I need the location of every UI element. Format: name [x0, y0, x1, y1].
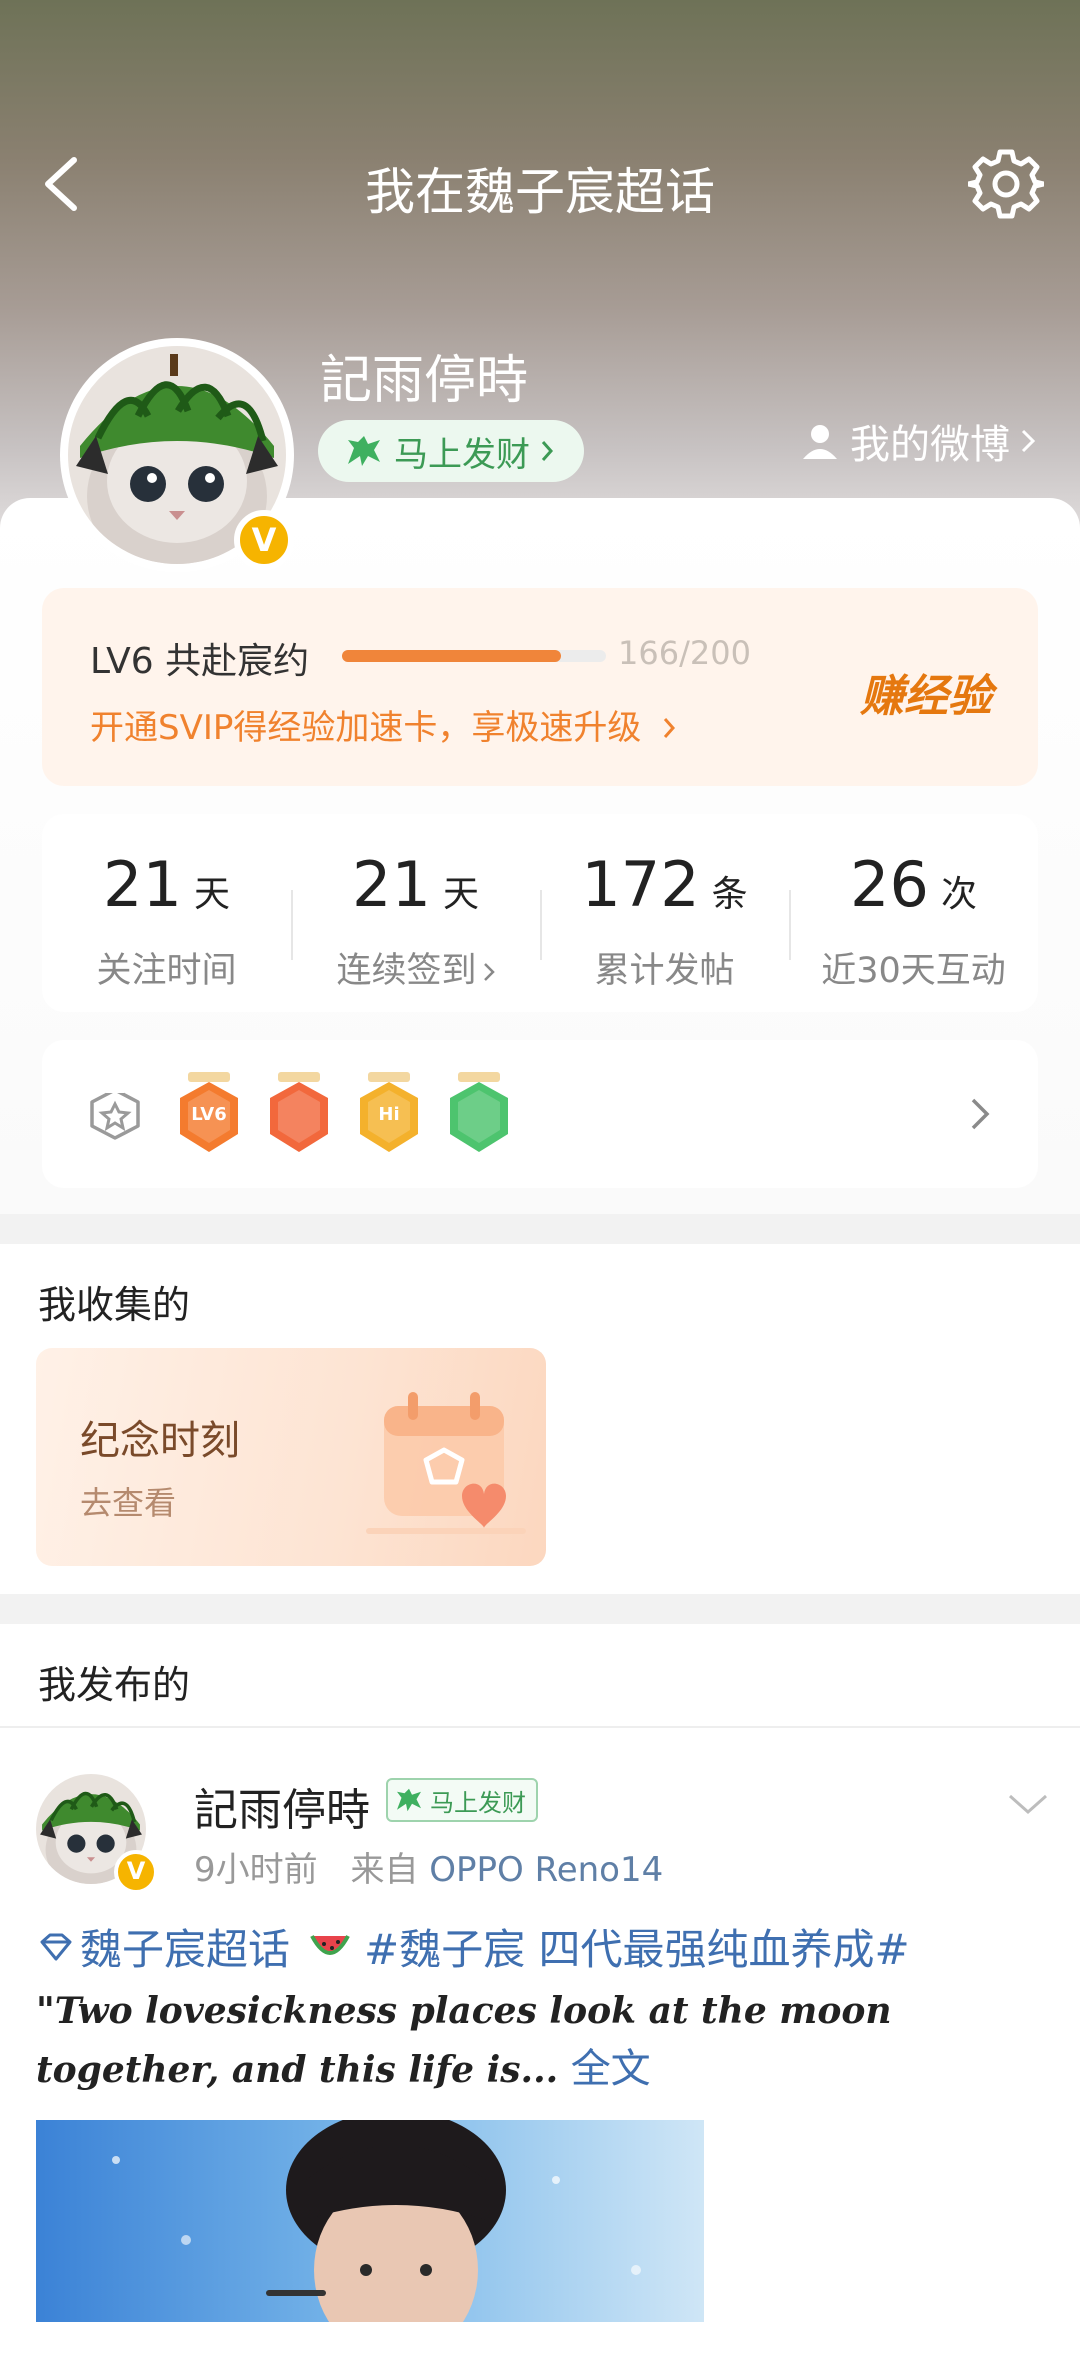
- level-box[interactable]: LV6 共赴宸约 166/200 开通SVIP得经验加速卡，享极速升级 赚经验: [42, 588, 1038, 786]
- fortune-badge-button[interactable]: 马上发财: [318, 420, 584, 482]
- stat-unit: 天: [193, 874, 230, 915]
- horse-icon: [397, 1788, 421, 1812]
- post-badge-label: 马上发财: [430, 1788, 526, 1817]
- read-more-link[interactable]: 全文: [571, 2046, 651, 2092]
- posts-section-title: 我发布的: [38, 1663, 191, 1707]
- medal-text: LV6: [191, 1104, 227, 1125]
- my-weibo-label: 我的微博: [850, 422, 1010, 468]
- stat-total-posts: 172 条 累计发帖: [540, 814, 789, 1012]
- profile-username: 記雨停時: [320, 351, 529, 411]
- post-image[interactable]: [36, 2120, 704, 2322]
- post-body: "Two lovesickness places look at the moo…: [36, 1982, 1046, 2099]
- stat-interactions-30d: 26 次 近30天互动: [789, 814, 1038, 1012]
- stats-row: 21 天 关注时间 21 天 连续签到 172 条 累计发帖 26 次 近30天互动: [42, 814, 1038, 1012]
- medals-row[interactable]: LV6 Hi: [42, 1040, 1038, 1188]
- memorial-moments-card[interactable]: 纪念时刻 去查看: [36, 1348, 546, 1566]
- lv6-medal-icon[interactable]: LV6: [174, 1072, 244, 1162]
- chevron-right-icon: [1021, 429, 1036, 453]
- section-divider: [0, 1726, 1080, 1728]
- chevron-right-icon[interactable]: [968, 1096, 992, 1132]
- collected-section: 我收集的 纪念时刻 去查看: [0, 1244, 1080, 1594]
- memorial-card-subtitle: 去查看: [80, 1484, 177, 1522]
- avatar[interactable]: V: [60, 338, 294, 572]
- user-icon: [803, 425, 837, 459]
- verified-badge-icon: V: [114, 1850, 158, 1894]
- supertopic-link[interactable]: 魏子宸超话: [36, 1916, 290, 1977]
- memorial-card-title: 纪念时刻: [80, 1418, 240, 1464]
- post-time: 9小时前: [194, 1850, 318, 1890]
- verified-badge-icon: V: [234, 510, 294, 570]
- collected-section-title: 我收集的: [38, 1283, 191, 1327]
- post-fortune-badge[interactable]: 马上发财: [386, 1778, 538, 1822]
- page-title: 我在魏子宸超话: [365, 163, 715, 221]
- fan-info-card: LV6 共赴宸约 166/200 开通SVIP得经验加速卡，享极速升级 赚经验 …: [0, 498, 1080, 1214]
- svip-tip-link[interactable]: 开通SVIP得经验加速卡，享极速升级: [90, 700, 676, 749]
- stat-unit: 次: [940, 874, 977, 915]
- calendar-heart-icon: [366, 1392, 526, 1534]
- top-bar: 我在魏子宸超话: [0, 130, 1080, 240]
- fortune-label: 马上发财: [394, 434, 530, 475]
- earn-exp-button[interactable]: 赚经验: [860, 660, 992, 724]
- chevron-right-icon: [541, 441, 554, 461]
- hashtag-link[interactable]: #魏子宸 四代最强纯血养成#: [364, 1916, 910, 1977]
- stat-value: 172: [581, 848, 700, 921]
- svip-tip-text: 开通SVIP得经验加速卡，享极速升级: [90, 708, 642, 748]
- supertopic-name: 魏子宸超话: [80, 1925, 291, 1974]
- stat-follow-days: 21 天 关注时间: [42, 814, 291, 1012]
- stat-checkin-streak[interactable]: 21 天 连续签到: [291, 814, 540, 1012]
- stat-value: 21: [352, 848, 431, 921]
- stat-label: 连续签到: [291, 942, 540, 993]
- chevron-down-icon[interactable]: [1006, 1790, 1050, 1818]
- post-source-prefix: 来自: [350, 1850, 419, 1890]
- post-author-name[interactable]: 記雨停時: [194, 1774, 370, 1838]
- diamond-icon: [40, 1933, 72, 1960]
- watermelon-icon: [310, 1934, 350, 1955]
- stat-label: 关注时间: [96, 951, 237, 991]
- post-topic-line: 魏子宸超话 #魏子宸 四代最强纯血养成#: [36, 1916, 910, 1977]
- stat-unit: 条: [711, 874, 748, 915]
- level-progress-fill: [342, 650, 562, 662]
- level-label: LV6 共赴宸约: [90, 641, 310, 682]
- post-avatar[interactable]: V: [36, 1774, 158, 1894]
- my-weibo-link[interactable]: 我的微博: [800, 412, 1036, 470]
- hi-medal-icon[interactable]: Hi: [354, 1072, 424, 1162]
- post-source-device: OPPO Reno14: [429, 1850, 664, 1890]
- level-progress-text: 166/200: [618, 634, 751, 672]
- stat-label: 累计发帖: [594, 951, 735, 991]
- medal-text: Hi: [378, 1104, 400, 1125]
- my-posts-section: 我发布的 V 記雨停時 马上发财 9小时前 来自 OPPO Reno14 魏子宸…: [0, 1624, 1080, 2373]
- chevron-right-icon: [664, 718, 676, 738]
- post-body-text: "Two lovesickness places look at the moo…: [36, 1990, 892, 2091]
- wave-hand-medal-icon[interactable]: [444, 1072, 514, 1162]
- rock-hand-medal-icon[interactable]: [264, 1072, 334, 1162]
- chevron-right-icon: [483, 963, 495, 981]
- level-progress-bar: [342, 650, 606, 662]
- horse-icon: [348, 436, 380, 466]
- stat-value: 26: [850, 848, 929, 921]
- stat-label: 近30天互动: [821, 951, 1006, 991]
- stat-unit: 天: [442, 874, 479, 915]
- medal-slot-icon: [90, 1086, 140, 1140]
- stat-value: 21: [103, 848, 182, 921]
- post-photo: [36, 2120, 704, 2322]
- post-meta: 9小时前 来自 OPPO Reno14: [194, 1842, 663, 1891]
- stat-label-text: 连续签到: [336, 951, 477, 991]
- gear-icon[interactable]: [968, 146, 1044, 222]
